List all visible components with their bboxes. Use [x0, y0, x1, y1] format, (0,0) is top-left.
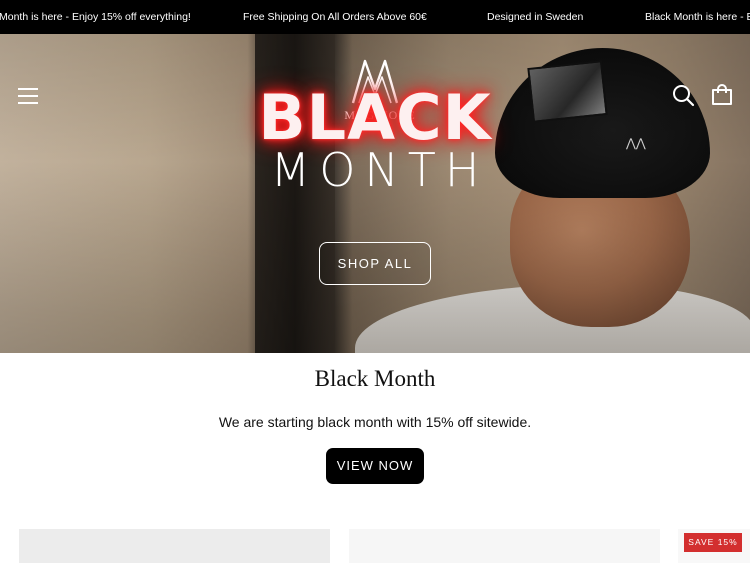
announcement-bar: Month is here - Enjoy 15% off everything… — [0, 0, 750, 34]
shopping-bag-icon[interactable] — [710, 83, 734, 107]
section-description: We are starting black month with 15% off… — [218, 414, 532, 430]
menu-icon[interactable] — [16, 84, 40, 108]
section-title: Black Month — [314, 366, 436, 391]
search-icon[interactable] — [671, 83, 695, 107]
hero-headline-month: MONTH — [270, 143, 489, 197]
save-badge: SAVE 15% — [684, 533, 742, 552]
announcement-item: Black Month is here - En — [645, 11, 750, 23]
announcement-item: Month is here - Enjoy 15% off everything… — [0, 11, 191, 23]
announcement-item: Free Shipping On All Orders Above 60€ — [243, 11, 427, 23]
product-card[interactable] — [19, 529, 330, 563]
product-card[interactable] — [349, 529, 660, 563]
view-now-button[interactable]: VIEW NOW — [326, 448, 424, 484]
shop-all-button[interactable]: SHOP ALL — [319, 242, 431, 285]
announcement-item: Designed in Sweden — [487, 11, 584, 23]
